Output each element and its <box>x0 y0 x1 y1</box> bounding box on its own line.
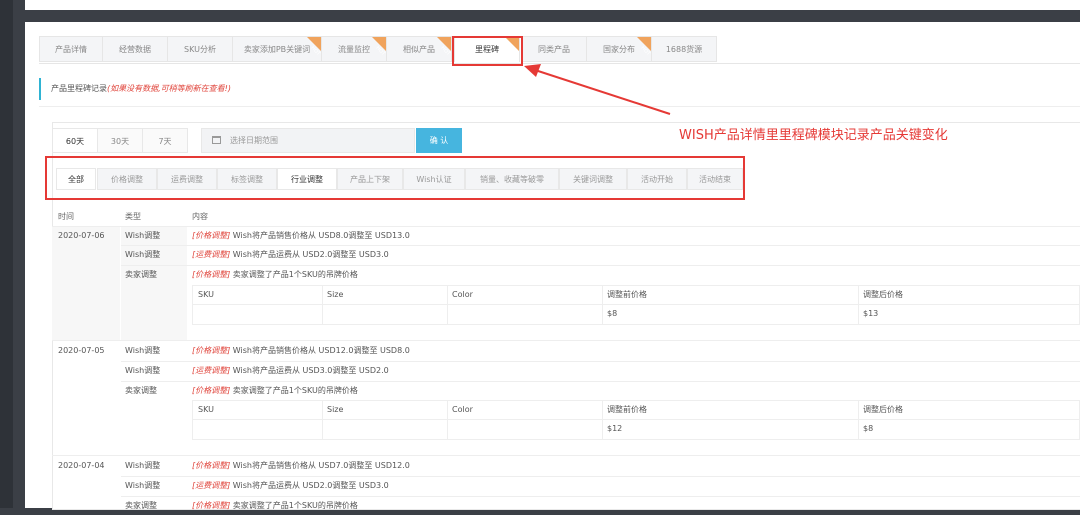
sku-subtable: SKU Size Color 调整前价格 调整后价格 $8 $13 <box>192 285 1080 325</box>
sub-head-before: 调整前价格 <box>607 405 647 414</box>
row-text: Wish将产品运费从 USD2.0调整至 USD3.0 <box>232 481 389 490</box>
row-content: [价格调整] 卖家调整了产品1个SKU的吊牌价格 <box>192 497 358 515</box>
sub-head-before: 调整前价格 <box>607 290 647 299</box>
row-type: Wish调整 <box>125 461 161 470</box>
row-content: [价格调整] Wish将产品销售价格从 USD12.0调整至 USD8.0 <box>192 342 410 360</box>
row-content: [价格调整] 卖家调整了产品1个SKU的吊牌价格 <box>192 382 358 400</box>
group-date: 2020-07-04 <box>58 461 105 470</box>
row-content: [价格调整] Wish将产品销售价格从 USD7.0调整至 USD12.0 <box>192 457 410 475</box>
sub-vline <box>447 401 448 439</box>
price-before: $12 <box>607 424 623 433</box>
left-sidebar-strip <box>0 0 13 508</box>
row-tag: [价格调整] <box>192 270 231 279</box>
row-text: Wish将产品销售价格从 USD12.0调整至 USD8.0 <box>232 346 410 355</box>
row-type: 卖家调整 <box>125 501 157 510</box>
row-content: [运费调整] Wish将产品运费从 USD2.0调整至 USD3.0 <box>192 246 389 264</box>
row-tag: [价格调整] <box>192 461 231 470</box>
sub-head-color: Color <box>452 405 473 414</box>
sub-head-after: 调整后价格 <box>863 290 903 299</box>
sub-vline <box>858 286 859 324</box>
page-content: 产品详情 经营数据 SKU分析 卖家添加PB关键词 HOT 流量监控 HOT 相似产… <box>25 22 1080 510</box>
sub-row-line <box>193 304 1079 305</box>
row-tag: [价格调整] <box>192 386 231 395</box>
sku-subtable: SKU Size Color 调整前价格 调整后价格 $12 $8 <box>192 400 1080 440</box>
top-card <box>25 0 1080 10</box>
row-text: Wish将产品销售价格从 USD7.0调整至 USD12.0 <box>232 461 410 470</box>
row-text: 卖家调整了产品1个SKU的吊牌价格 <box>232 501 358 510</box>
row-type: Wish调整 <box>125 346 161 355</box>
sub-vline <box>322 286 323 324</box>
sub-vline <box>322 401 323 439</box>
row-type: Wish调整 <box>125 231 161 240</box>
col-type: 类型 <box>125 212 141 221</box>
group-line <box>52 340 1080 341</box>
row-content: [价格调整] 卖家调整了产品1个SKU的吊牌价格 <box>192 266 358 284</box>
sub-row-line <box>193 419 1079 420</box>
row-text: 卖家调整了产品1个SKU的吊牌价格 <box>232 386 358 395</box>
row-type: Wish调整 <box>125 366 161 375</box>
group-date: 2020-07-05 <box>58 346 105 355</box>
row-content: [价格调整] Wish将产品销售价格从 USD8.0调整至 USD13.0 <box>192 227 410 245</box>
row-text: 卖家调整了产品1个SKU的吊牌价格 <box>232 270 358 279</box>
annotation-text: WISH产品详情里里程碑模块记录产品关键变化 <box>679 128 948 143</box>
sub-vline <box>447 286 448 324</box>
sub-head-size: Size <box>327 290 344 299</box>
price-after: $8 <box>863 424 874 433</box>
row-tag: [运费调整] <box>192 481 231 490</box>
sub-head-size: Size <box>327 405 344 414</box>
price-before: $8 <box>607 309 618 318</box>
col-time: 时间 <box>58 212 74 221</box>
group-date: 2020-07-06 <box>58 231 105 240</box>
row-type: 卖家调整 <box>125 386 157 395</box>
sub-head-color: Color <box>452 290 473 299</box>
row-text: Wish将产品运费从 USD3.0调整至 USD2.0 <box>232 366 389 375</box>
sub-vline <box>602 401 603 439</box>
row-text: Wish将产品运费从 USD2.0调整至 USD3.0 <box>232 250 389 259</box>
row-tag: [运费调整] <box>192 250 231 259</box>
price-after: $13 <box>863 309 879 318</box>
group-line <box>52 455 1080 456</box>
sub-vline <box>602 286 603 324</box>
row-type: Wish调整 <box>125 250 161 259</box>
row-type: Wish调整 <box>125 481 161 490</box>
sub-head-after: 调整后价格 <box>863 405 903 414</box>
row-text: Wish将产品销售价格从 USD8.0调整至 USD13.0 <box>232 231 410 240</box>
row-tag: [价格调整] <box>192 501 231 510</box>
sub-vline <box>858 401 859 439</box>
row-tag: [运费调整] <box>192 366 231 375</box>
sub-head-sku: SKU <box>198 405 214 414</box>
sub-head-sku: SKU <box>198 290 214 299</box>
row-content: [运费调整] Wish将产品运费从 USD2.0调整至 USD3.0 <box>192 477 389 495</box>
col-content: 内容 <box>192 212 208 221</box>
row-type: 卖家调整 <box>125 270 157 279</box>
row-tag: [价格调整] <box>192 346 231 355</box>
row-content: [运费调整] Wish将产品运费从 USD3.0调整至 USD2.0 <box>192 362 389 380</box>
row-tag: [价格调整] <box>192 231 231 240</box>
